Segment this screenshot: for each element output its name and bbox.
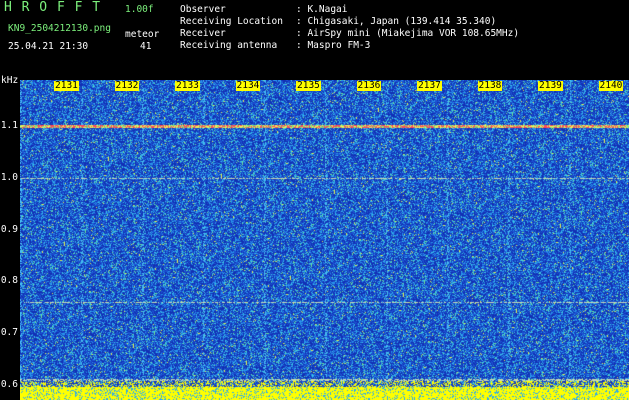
x-tick-label: 2138 <box>477 80 503 91</box>
x-tick-label: 2137 <box>417 80 442 91</box>
receiver-label: Receiver <box>180 28 226 39</box>
y-axis-unit: kHz <box>1 75 19 86</box>
x-tick-label: 2133 <box>175 80 200 91</box>
location-value: : Chigasaki, Japan (139.414 35.340) <box>296 16 497 27</box>
app-version: 1.00f <box>125 4 154 15</box>
file-name: KN9_2504212130.png <box>8 23 111 34</box>
x-tick-label: 2134 <box>235 80 261 91</box>
app-name: H R O F F T <box>4 0 102 15</box>
x-tick-label: 2139 <box>538 80 563 91</box>
y-tick-label: 0.8 <box>0 275 18 287</box>
antenna-label: Receiving antenna <box>180 40 278 51</box>
observer-label: Observer <box>180 4 226 15</box>
y-tick-label: 1.1 <box>0 120 18 132</box>
x-tick-label: 2135 <box>296 80 321 91</box>
meteor-count: 41 <box>140 41 152 52</box>
antenna-value: : Maspro FM-3 <box>296 40 371 51</box>
observer-value: : K.Nagai <box>296 4 348 15</box>
x-tick-label: 2131 <box>54 80 79 91</box>
x-tick-label: 2136 <box>356 80 382 91</box>
hrofft-window: H R O F F T 1.00f KN9_2504212130.png met… <box>0 0 629 400</box>
location-label: Receiving Location <box>180 16 283 27</box>
spectrogram-heatmap <box>20 80 629 400</box>
x-tick-label: 2140 <box>598 80 624 91</box>
y-tick-label: 0.7 <box>0 326 18 338</box>
receiver-value: : AirSpy mini (Miakejima VOR 108.65MHz) <box>296 28 520 39</box>
y-tick-label: 1.0 <box>0 172 18 184</box>
y-tick-label: 0.9 <box>0 223 18 235</box>
meteor-label: meteor <box>125 29 160 40</box>
date-time: 25.04.21 21:30 <box>8 41 89 52</box>
y-tick-label: 0.6 <box>0 378 18 390</box>
x-tick-label: 2132 <box>114 80 140 91</box>
